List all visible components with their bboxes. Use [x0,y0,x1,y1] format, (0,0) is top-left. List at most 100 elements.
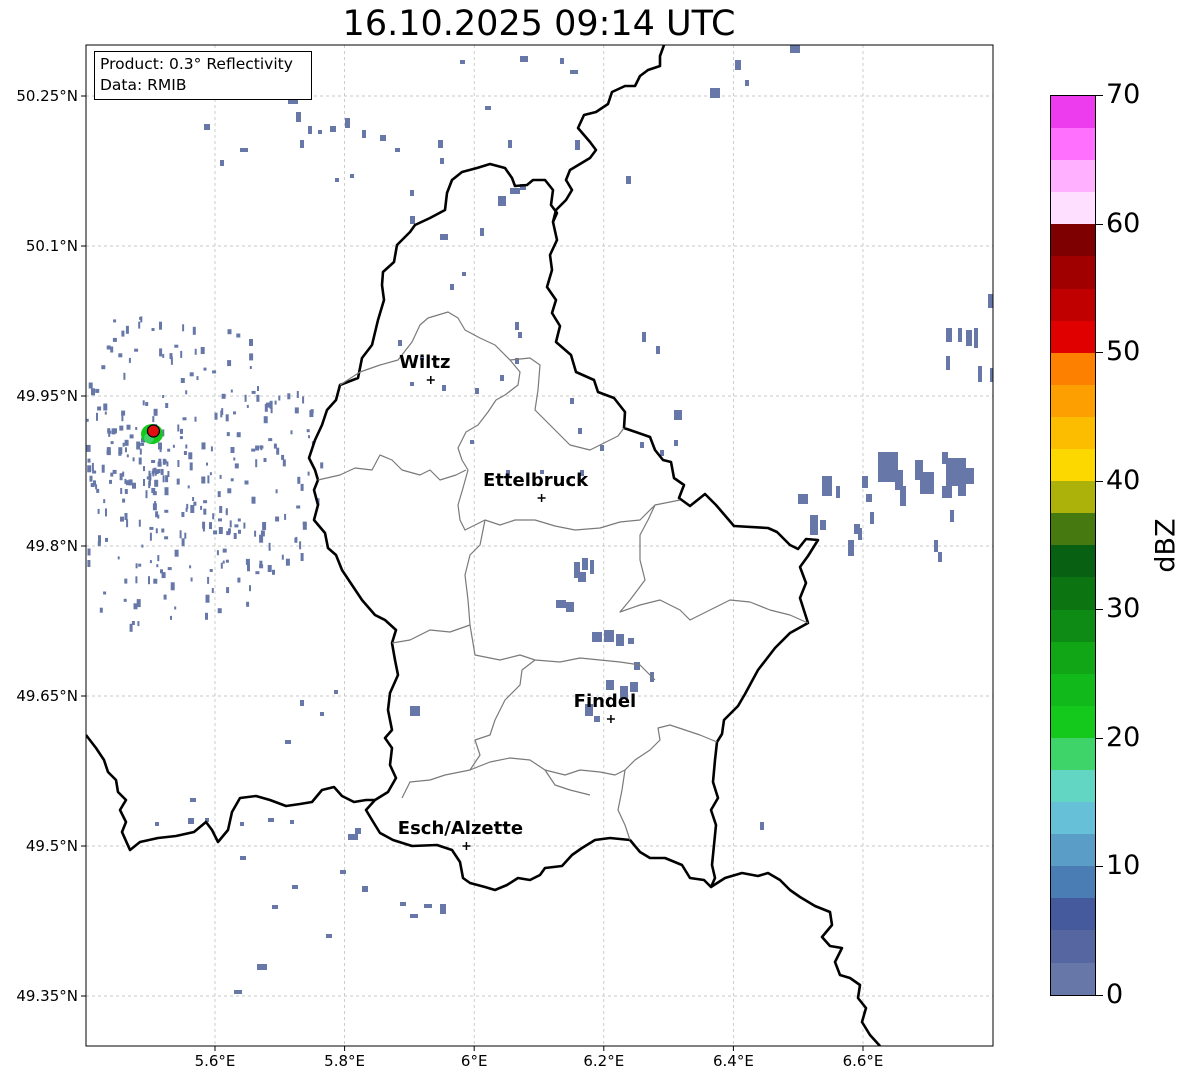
colorbar-tick [1096,737,1103,739]
echo-cell [170,615,172,620]
echo-cell [166,461,169,467]
echo-cell [230,389,233,393]
echo-cell [155,528,158,534]
echo-cell [582,558,588,570]
colorbar-tick-label: 70 [1106,79,1141,110]
echo-cell [395,148,400,152]
echo-cell [217,608,222,614]
echo-cell [182,324,185,332]
echo-cell [202,521,206,529]
echo-cell [236,333,241,338]
echo-cell [616,634,624,646]
echo-cell [159,348,163,357]
echo-cell [117,556,120,560]
echo-cell [790,45,800,53]
echo-cell [164,536,169,540]
echo-cell [149,560,152,564]
echo-cell [157,461,162,467]
colorbar-segment [1051,802,1095,835]
echo-cell [380,135,386,141]
echo-cell [161,528,165,533]
echo-cell [192,497,195,501]
radar-map [81,44,994,1051]
echo-cell [233,457,236,461]
echo-cell [222,560,225,564]
echo-cell [121,410,126,416]
echo-cell [200,347,205,354]
echo-cell [123,372,126,380]
echo-cell [285,740,291,744]
echo-cell [281,454,285,460]
echo-cell [221,393,226,399]
echo-cell [296,112,301,122]
echo-cell [149,526,154,530]
echo-cell [110,441,114,445]
echo-cell [89,475,93,482]
echo-cell [90,483,95,487]
echo-cell [300,700,304,706]
echo-cell [674,440,678,446]
echo-cell [267,402,272,407]
map-background [86,45,993,1046]
echo-cell [485,106,491,110]
echo-cell [299,541,302,550]
echo-cell [119,473,123,481]
echo-cell [320,462,324,469]
echo-cell [290,820,294,824]
echo-cell [163,594,167,600]
echo-cell [162,395,165,398]
echo-cell [255,445,260,451]
echo-cell [164,509,169,513]
echo-cell [556,600,566,608]
echo-cell [216,550,219,556]
echo-cell [245,558,250,565]
echo-cell [97,541,101,547]
echo-cell [119,425,124,431]
echo-cell [634,662,640,670]
echo-cell [240,822,244,826]
echo-cell [462,272,466,276]
echo-cell [836,486,840,498]
echo-cell [249,339,253,346]
product-line: Product: 0.3° Reflectivity [100,55,293,73]
colorbar-tick [1096,609,1103,611]
echo-cell [177,424,180,432]
echo-cell [234,990,242,994]
echo-cell [710,88,720,98]
echo-cell [950,510,954,522]
echo-cell [132,457,135,462]
echo-cell [157,555,160,562]
echo-cell [155,822,159,826]
echo-cell [124,513,128,520]
echo-cell [296,505,301,509]
echo-cell [268,438,273,442]
echo-cell [410,382,414,386]
echo-cell [134,348,139,352]
lat-label: 49.8°N [25,537,78,555]
echo-cell [120,488,123,494]
echo-cell [866,494,872,502]
echo-cell [122,498,126,503]
echo-cell [155,511,159,518]
echo-cell [306,429,310,433]
echo-cell [590,560,594,574]
echo-cell [243,522,246,529]
echo-cell [237,518,241,522]
echo-cell [214,412,218,420]
echo-cell [256,394,260,402]
echo-cell [320,712,324,716]
echo-cell [822,476,832,496]
echo-cell [97,406,102,411]
echo-cell [139,316,143,320]
echo-cell [105,508,107,517]
echo-cell [475,388,479,394]
echo-cell [566,602,574,612]
echo-cell [120,516,124,522]
echo-cell [218,518,222,522]
echo-cell [230,447,235,453]
echo-cell [123,598,127,602]
echo-cell [229,520,232,528]
echo-cell [263,458,267,462]
lon-label: 6.6°E [842,1052,884,1070]
echo-cell [149,532,152,541]
